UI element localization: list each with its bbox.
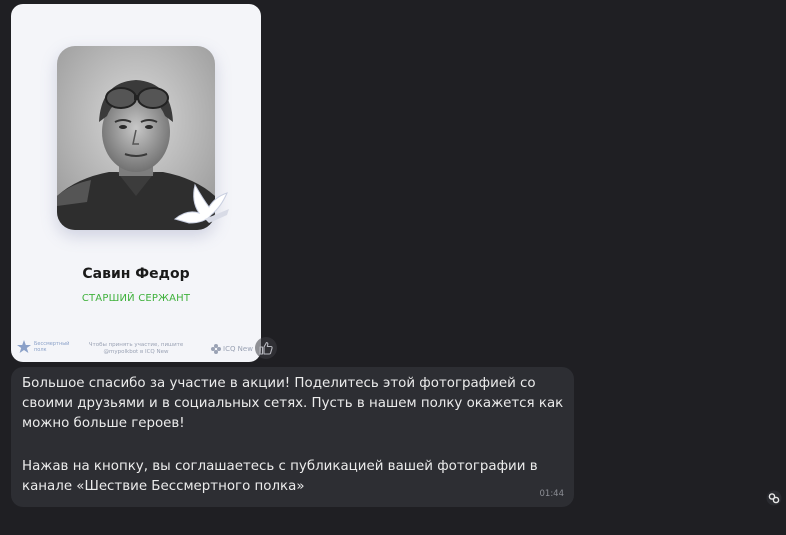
star-icon <box>17 340 31 353</box>
dove-icon <box>173 183 229 224</box>
chat-area: Савин Федор СТАРШИЙ СЕРЖАНТ Бессмертный … <box>0 0 786 535</box>
message-paragraph-2: Нажав на кнопку, вы соглашаетесь с публи… <box>22 459 538 494</box>
hero-rank: СТАРШИЙ СЕРЖАНТ <box>81 293 191 304</box>
message-bubble[interactable]: Большое спасибо за участие в акции! Поде… <box>11 367 574 507</box>
icq-label: ICQ New <box>223 345 253 353</box>
participation-note: Чтобы принять участие, пишите @mypolkbot… <box>88 342 184 355</box>
icq-logo: ICQ New <box>211 344 253 354</box>
polk-logo-text: Бессмертный полк <box>34 341 70 353</box>
bot-icon[interactable] <box>766 490 782 506</box>
polk-logo: Бессмертный полк <box>17 340 70 354</box>
message-time: 01:44 <box>539 489 565 499</box>
icq-flower-icon <box>211 344 221 354</box>
memorial-card[interactable]: Савин Федор СТАРШИЙ СЕРЖАНТ Бессмертный … <box>11 4 261 362</box>
message-paragraph-1: Большое спасибо за участие в акции! Поде… <box>22 376 564 431</box>
thumbs-up-icon <box>259 341 273 355</box>
reaction-button[interactable] <box>255 337 277 359</box>
hero-name: Савин Федор <box>82 266 190 282</box>
